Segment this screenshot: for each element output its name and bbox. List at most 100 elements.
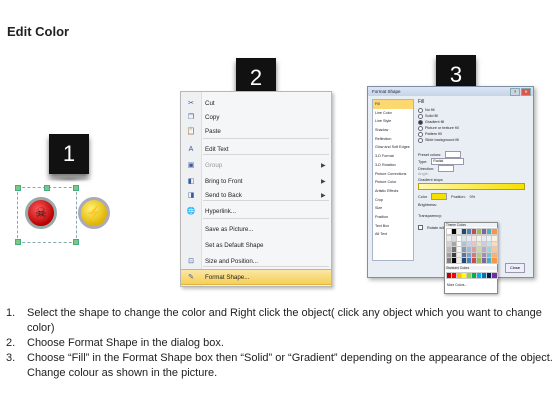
type-dropdown[interactable]: Radial (431, 158, 465, 165)
menu-item-format-shape[interactable]: ✎ Format Shape... (181, 269, 331, 285)
menu-separator (203, 138, 329, 139)
resize-handle[interactable] (15, 185, 21, 191)
menu-item-label: Cut (205, 99, 215, 107)
menu-item-label: Send to Back (205, 191, 242, 199)
category-item[interactable]: Shadow (373, 126, 413, 135)
context-menu: ✂ Cut ❐ Copy 📋 Paste A Edit Text ▣ Group ▶ ◧ Bring t… (180, 91, 332, 287)
menu-item-label: Hyperlink... (205, 207, 236, 215)
fill-option-label: Slide background fill (425, 138, 459, 142)
menu-item-cut[interactable]: ✂ Cut (181, 96, 331, 110)
color-swatch[interactable] (491, 257, 498, 264)
radio-button[interactable] (418, 113, 423, 119)
menu-item-label: Save as Picture... (205, 225, 254, 233)
standard-colors-label: Standard Colors (445, 266, 497, 270)
category-item[interactable]: Fill (373, 100, 413, 109)
category-item[interactable]: Size (373, 204, 413, 213)
preset-colors-dropdown[interactable] (445, 151, 462, 158)
category-item[interactable]: 3-D Format (373, 152, 413, 161)
menu-item-paste[interactable]: 📋 Paste (181, 124, 331, 138)
angle-label: Angle: (418, 172, 429, 176)
rotate-checkbox[interactable] (418, 225, 423, 230)
help-button[interactable]: ? (510, 88, 520, 96)
close-icon[interactable]: ✕ (521, 88, 531, 96)
step-badge-1: 1 (45, 134, 93, 182)
instruction-text: Select the shape to change the color and… (27, 307, 542, 334)
category-item[interactable]: Artistic Effects (373, 187, 413, 196)
edit-text-icon: A (188, 145, 194, 153)
pane-heading: Fill (418, 99, 425, 105)
instruction-item: 2. Choose Format Shape in the dialog box. (6, 336, 554, 351)
fill-option-label: Pattern fill (425, 132, 442, 136)
radio-button[interactable] (418, 119, 423, 125)
gradient-stops-label: Gradient stops (418, 178, 443, 182)
category-item[interactable]: Picture Color (373, 178, 413, 187)
radio-button[interactable] (418, 131, 423, 137)
copy-icon: ❐ (187, 114, 195, 121)
menu-item-hyperlink[interactable]: 🌐 Hyperlink... (181, 204, 331, 218)
category-item[interactable]: Text Box (373, 222, 413, 231)
category-item[interactable]: Alt Text (373, 230, 413, 239)
radio-button[interactable] (418, 137, 423, 143)
color-dropdown[interactable] (431, 193, 448, 200)
submenu-arrow-icon: ▶ (321, 192, 326, 199)
paste-icon: 📋 (186, 128, 196, 135)
category-item[interactable]: Glow and Soft Edges (373, 143, 413, 152)
instruction-number: 2. (6, 337, 16, 349)
resize-handle[interactable] (73, 239, 79, 245)
fill-option-label: Solid fill (425, 114, 439, 118)
close-button[interactable]: Close (505, 263, 525, 273)
category-item[interactable]: Line Color (373, 109, 413, 118)
menu-separator (203, 266, 329, 267)
instruction-number: 1. (6, 307, 16, 319)
page-title: Edit Color (7, 24, 70, 39)
submenu-arrow-icon: ▶ (321, 162, 326, 169)
red-hazard-shape[interactable]: ☠ (25, 197, 57, 229)
category-item[interactable]: Line Style (373, 117, 413, 126)
category-item[interactable]: Crop (373, 196, 413, 205)
resize-handle[interactable] (73, 185, 79, 191)
submenu-arrow-icon: ▶ (321, 178, 326, 185)
position-label: Position: (451, 194, 466, 199)
more-colors-link[interactable]: More Colors... (447, 283, 467, 287)
instruction-text: Choose “Fill” in the Format Shape box th… (27, 352, 553, 379)
bring-to-front-icon: ◧ (187, 178, 195, 185)
dialog-title: Format Shape (372, 89, 401, 94)
gradient-stops-slider[interactable] (418, 183, 525, 190)
menu-item-group[interactable]: ▣ Group ▶ (181, 158, 331, 172)
position-value[interactable]: 0% (470, 195, 476, 199)
fill-option[interactable]: Slide background fill (418, 137, 529, 143)
transparency-label: Transparency: (418, 214, 443, 218)
menu-item-set-as-default-shape[interactable]: Set as Default Shape (181, 238, 331, 252)
brightness-label: Brightness: (418, 203, 437, 207)
standard-color-swatch[interactable] (491, 272, 498, 279)
instruction-number: 3. (6, 352, 16, 364)
group-icon: ▣ (187, 162, 195, 169)
yellow-hazard-shape[interactable]: ⚡ (78, 197, 110, 229)
preset-label: Preset colors: (418, 152, 442, 157)
menu-item-bring-to-front[interactable]: ◧ Bring to Front ▶ (181, 174, 331, 188)
radio-button[interactable] (418, 107, 423, 113)
format-shape-icon: ✎ (188, 274, 194, 281)
radio-button[interactable] (418, 125, 423, 131)
category-item[interactable]: 3-D Rotation (373, 161, 413, 170)
category-item[interactable]: Reflection (373, 135, 413, 144)
menu-item-copy[interactable]: ❐ Copy (181, 110, 331, 124)
category-item[interactable]: Picture Corrections (373, 170, 413, 179)
menu-separator (203, 200, 329, 201)
direction-dropdown[interactable] (438, 165, 455, 172)
direction-label: Direction: (418, 166, 435, 171)
instruction-item: 3. Choose “Fill” in the Format Shape box … (6, 351, 554, 381)
resize-handle[interactable] (15, 239, 21, 245)
send-to-back-icon: ◨ (187, 192, 195, 199)
instruction-item: 1. Select the shape to change the color a… (6, 306, 554, 336)
lightning-icon: ⚡ (85, 205, 103, 220)
resize-handle[interactable] (44, 185, 50, 191)
category-item[interactable]: Position (373, 213, 413, 222)
menu-item-label: Edit Text (205, 145, 229, 153)
menu-item-save-as-picture[interactable]: Save as Picture... (181, 222, 331, 236)
color-swatch[interactable] (491, 228, 498, 235)
theme-colors-label: Theme Colors (445, 223, 497, 227)
dialog-titlebar[interactable]: Format Shape (368, 87, 533, 96)
menu-item-label: Paste (205, 127, 221, 135)
hyperlink-icon: 🌐 (186, 208, 196, 215)
